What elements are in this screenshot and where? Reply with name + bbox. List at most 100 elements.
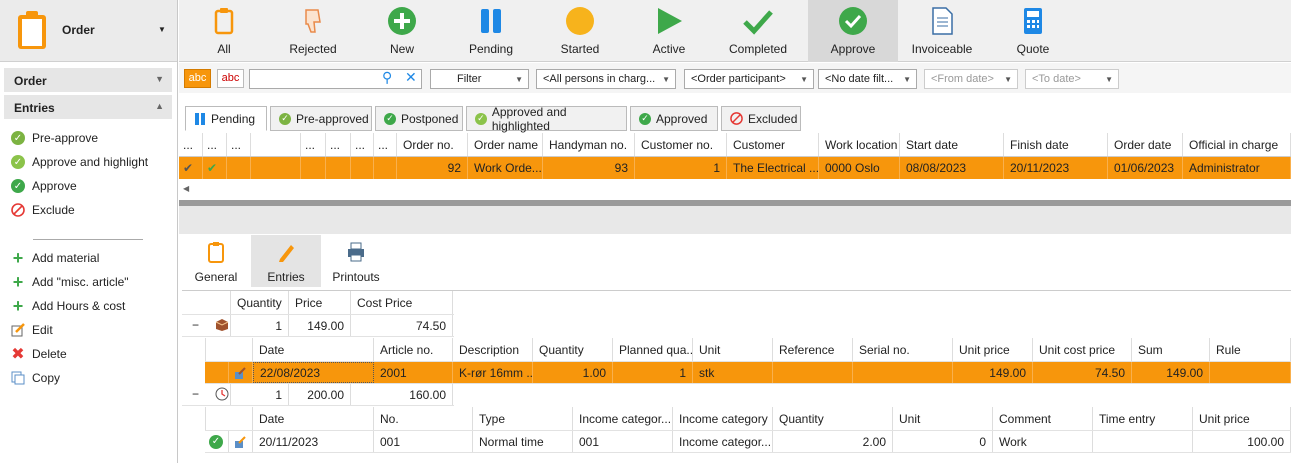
toolbar-all-button[interactable]: All (179, 0, 269, 62)
hours-group-row[interactable]: − 1 200.00 160.00 (182, 384, 454, 406)
column-header[interactable]: ... (351, 133, 374, 156)
column-header[interactable]: Rule (1210, 338, 1291, 361)
filter-dropdown[interactable]: Filter ▼ (430, 69, 529, 89)
collapse-icon[interactable]: − (192, 318, 199, 332)
tab-approved[interactable]: ✓ Approved (630, 106, 718, 131)
column-header[interactable]: Article no. (374, 338, 453, 361)
column-header[interactable]: ... (179, 133, 203, 156)
toolbar-completed-button[interactable]: Completed (713, 0, 803, 62)
toolbar-quote-button[interactable]: Quote (988, 0, 1078, 62)
column-header[interactable]: Date (253, 338, 374, 361)
column-header[interactable]: Unit price (953, 338, 1033, 361)
case-sensitive-toggle[interactable]: abc (184, 69, 211, 88)
whole-word-toggle[interactable]: abc (217, 69, 244, 88)
delete-item[interactable]: ✖ Delete (10, 344, 66, 364)
app-header[interactable]: Order ▼ (0, 0, 177, 62)
table-row[interactable]: ✓ 20/11/2023 001 Normal time 001 Income … (205, 431, 1291, 453)
table-row[interactable]: 22/08/2023 2001 K-rør 16mm ... 1.00 1 st… (205, 362, 1291, 384)
copy-item[interactable]: Copy (10, 368, 60, 388)
column-header[interactable]: Order date (1108, 133, 1183, 156)
column-header[interactable]: Order name (468, 133, 543, 156)
tab-entries[interactable]: Entries (251, 235, 321, 287)
column-header[interactable]: Quantity (533, 338, 613, 361)
section-order[interactable]: Order ▼ (4, 68, 172, 92)
column-header[interactable]: Income category (673, 407, 773, 430)
column-header[interactable]: No. (374, 407, 473, 430)
item-label: Add "misc. article" (32, 275, 129, 289)
toolbar-rejected-button[interactable]: Rejected (268, 0, 358, 62)
column-header[interactable]: Description (453, 338, 533, 361)
section-entries[interactable]: Entries ▲ (4, 95, 172, 119)
column-header[interactable]: ... (374, 133, 397, 156)
column-header[interactable] (251, 133, 301, 156)
column-header[interactable]: Customer no. (635, 133, 727, 156)
toolbar-pending-button[interactable]: Pending (446, 0, 536, 62)
column-header[interactable]: Type (473, 407, 573, 430)
participant-dropdown[interactable]: <Order participant> ▼ (684, 69, 814, 89)
scroll-left-icon[interactable]: ◀ (183, 184, 189, 193)
column-header[interactable]: ... (203, 133, 227, 156)
exclude-item[interactable]: Exclude (10, 200, 75, 220)
tab-approved-highlighted[interactable]: ✓ Approved and highlighted (466, 105, 627, 133)
tab-pre-approved[interactable]: ✓ Pre-approved (270, 106, 372, 131)
toolbar-started-button[interactable]: Started (535, 0, 625, 62)
column-header[interactable]: Start date (900, 133, 1004, 156)
material-group-row[interactable]: − 1 149.00 74.50 (182, 315, 454, 337)
column-header[interactable]: Income categor... (573, 407, 673, 430)
column-header[interactable]: Work location (819, 133, 900, 156)
add-material-item[interactable]: + Add material (10, 248, 100, 268)
column-header[interactable]: Order no. (397, 133, 468, 156)
toolbar-active-button[interactable]: Active (624, 0, 714, 62)
column-header[interactable]: ... (326, 133, 351, 156)
clear-icon[interactable]: ✕ (405, 69, 417, 86)
prohibited-icon (10, 202, 26, 218)
column-header[interactable]: Customer (727, 133, 819, 156)
column-header[interactable]: Quantity (773, 407, 893, 430)
grid-cell: Administrator (1183, 157, 1291, 179)
column-header[interactable]: Handyman no. (543, 133, 635, 156)
column-header[interactable]: Unit (693, 338, 773, 361)
approve-item[interactable]: ✓ Approve (10, 176, 77, 196)
column-header[interactable]: Planned qua... (613, 338, 693, 361)
tab-general[interactable]: General (181, 235, 251, 287)
column-header[interactable]: Comment (993, 407, 1093, 430)
column-header[interactable]: Cost Price (351, 291, 453, 314)
column-header[interactable]: Date (253, 407, 374, 430)
date-filter-dropdown[interactable]: <No date filt... ▼ (818, 69, 917, 89)
toolbar-invoiceable-button[interactable]: Invoiceable (897, 0, 987, 62)
tab-excluded[interactable]: Excluded (721, 106, 801, 131)
from-date-input[interactable]: <From date> ▼ (924, 69, 1018, 89)
column-header[interactable]: Price (289, 291, 351, 314)
add-hours-item[interactable]: + Add Hours & cost (10, 296, 126, 316)
column-header[interactable]: Unit price (1193, 407, 1291, 430)
column-header[interactable]: Quantity (230, 291, 289, 314)
column-header[interactable]: Serial no. (853, 338, 953, 361)
column-header[interactable]: Unit cost price (1033, 338, 1132, 361)
approve-highlight-item[interactable]: ✓ Approve and highlight (10, 152, 148, 172)
search-input[interactable] (249, 69, 422, 89)
pause-icon (195, 112, 205, 125)
column-header[interactable]: ... (227, 133, 251, 156)
search-icon[interactable]: ⚲ (382, 69, 392, 86)
pre-approve-item[interactable]: ✓ Pre-approve (10, 128, 98, 148)
column-header[interactable]: ... (301, 133, 326, 156)
column-header[interactable]: Sum (1132, 338, 1210, 361)
tab-postponed[interactable]: ✓ Postponed (375, 106, 463, 131)
persons-dropdown[interactable]: <All persons in charg... ▼ (536, 69, 676, 89)
column-header[interactable]: Time entry (1093, 407, 1193, 430)
toolbar-approve-button[interactable]: Approve (808, 0, 898, 62)
toolbar-label: Pending (468, 42, 514, 56)
edit-item[interactable]: Edit (10, 320, 53, 340)
column-header[interactable]: Unit (893, 407, 993, 430)
column-header[interactable]: Reference (773, 338, 853, 361)
collapse-icon[interactable]: − (192, 387, 199, 401)
tab-pending[interactable]: Pending (185, 106, 267, 131)
toolbar-new-button[interactable]: New (357, 0, 447, 62)
column-header[interactable]: Finish date (1004, 133, 1108, 156)
add-misc-article-item[interactable]: + Add "misc. article" (10, 272, 129, 292)
to-date-input[interactable]: <To date> ▼ (1025, 69, 1119, 89)
table-row[interactable]: ✔ ✔ 92 Work Orde... 93 1 The Electrical … (179, 157, 1291, 179)
tab-printouts[interactable]: Printouts (321, 235, 391, 287)
column-header[interactable]: Official in charge (1183, 133, 1291, 156)
chevron-down-icon[interactable]: ▼ (158, 25, 166, 34)
